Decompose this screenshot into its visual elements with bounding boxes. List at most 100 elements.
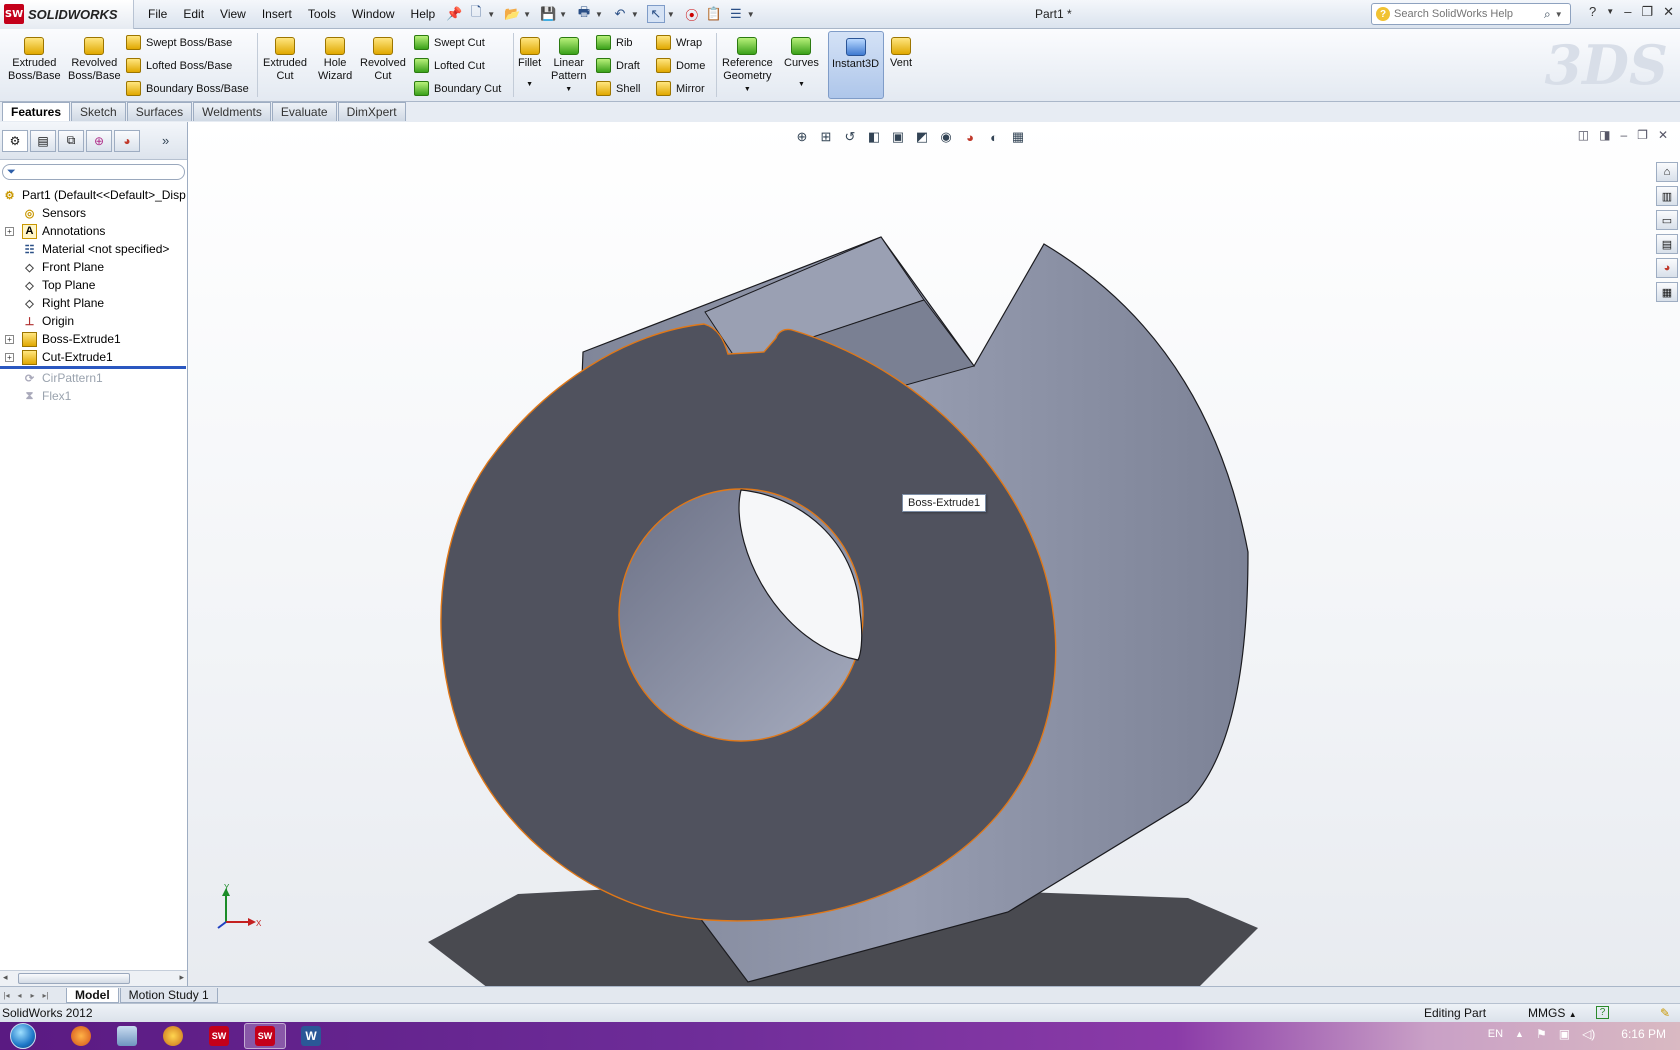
minimize-icon[interactable]: – bbox=[1624, 4, 1631, 20]
custom-properties-icon[interactable]: ▦ bbox=[1656, 282, 1678, 302]
menu-file[interactable]: File bbox=[140, 0, 175, 29]
tree-item-front-plane[interactable]: ◇ Front Plane bbox=[0, 258, 187, 276]
rebuild-traffic-light-icon[interactable]: ⦿ bbox=[683, 5, 701, 23]
chevron-down-icon[interactable]: ▼ bbox=[523, 10, 531, 19]
design-library-icon[interactable]: ▥ bbox=[1656, 186, 1678, 206]
chevron-down-icon[interactable]: ▼ bbox=[744, 83, 751, 96]
display-style-icon[interactable]: ◩ bbox=[913, 128, 931, 146]
help-icon[interactable]: ? bbox=[1589, 4, 1596, 20]
taskbar-word[interactable]: W bbox=[290, 1023, 332, 1049]
flag-icon[interactable]: ⚑ bbox=[1536, 1027, 1547, 1041]
extruded-cut-button[interactable]: Extruded Cut bbox=[263, 37, 307, 83]
menu-view[interactable]: View bbox=[212, 0, 254, 29]
expand-icon[interactable]: + bbox=[5, 334, 14, 344]
split-view-icon[interactable]: ◨ bbox=[1599, 128, 1610, 142]
reference-geometry-button[interactable]: Reference Geometry ▼ bbox=[722, 37, 773, 96]
tab-weldments[interactable]: Weldments bbox=[193, 102, 271, 121]
language-indicator[interactable]: EN bbox=[1488, 1028, 1503, 1040]
view-settings-icon[interactable]: ▦ bbox=[1009, 128, 1027, 146]
file-explorer-icon[interactable]: ▭ bbox=[1656, 210, 1678, 230]
hole-wizard-button[interactable]: Hole Wizard bbox=[318, 37, 352, 83]
split-view-icon[interactable]: ◫ bbox=[1578, 128, 1589, 142]
chevron-down-icon[interactable]: ▼ bbox=[1555, 10, 1563, 19]
tree-item-cirpattern1[interactable]: ⟳ CirPattern1 bbox=[0, 369, 187, 387]
menu-help[interactable]: Help bbox=[403, 0, 444, 29]
taskbar-solidworks-active[interactable]: SW bbox=[244, 1023, 286, 1049]
display-manager-tab-icon[interactable]: ◕ bbox=[114, 129, 140, 152]
apply-scene-icon[interactable]: ◐ bbox=[985, 128, 1003, 146]
property-manager-tab-icon[interactable]: ▤ bbox=[30, 129, 56, 152]
tab-motion-study[interactable]: Motion Study 1 bbox=[119, 987, 218, 1003]
scroll-thumb[interactable] bbox=[18, 973, 130, 984]
expand-pane-icon[interactable]: » bbox=[162, 133, 169, 148]
file-properties-icon[interactable]: 📋 bbox=[705, 5, 723, 23]
lofted-boss-button[interactable]: Lofted Boss/Base bbox=[126, 58, 232, 73]
taskbar-explorer[interactable] bbox=[106, 1023, 148, 1049]
undo-icon[interactable]: ↶ bbox=[611, 5, 629, 23]
volume-icon[interactable]: ◁) bbox=[1582, 1027, 1595, 1041]
curves-button[interactable]: Curves ▼ bbox=[784, 37, 819, 91]
chevron-down-icon[interactable]: ▼ bbox=[798, 78, 805, 91]
tree-root-part[interactable]: ⚙ Part1 (Default<<Default>_Disp bbox=[0, 186, 187, 204]
close-icon[interactable]: ✕ bbox=[1663, 4, 1674, 20]
tree-item-right-plane[interactable]: ◇ Right Plane bbox=[0, 294, 187, 312]
horizontal-scrollbar[interactable]: ◂ ▸ bbox=[0, 970, 187, 986]
chevron-down-icon[interactable]: ▼ bbox=[565, 83, 572, 96]
menu-tools[interactable]: Tools bbox=[300, 0, 344, 29]
chevron-down-icon[interactable]: ▼ bbox=[667, 10, 675, 19]
zoom-to-fit-icon[interactable]: ⊕ bbox=[793, 128, 811, 146]
dimxpert-manager-tab-icon[interactable]: ⊕ bbox=[86, 129, 112, 152]
lofted-cut-button[interactable]: Lofted Cut bbox=[414, 58, 485, 73]
restore-icon[interactable]: ❐ bbox=[1637, 128, 1648, 142]
next-tab-icon[interactable]: ▸ bbox=[26, 989, 39, 1002]
taskbar-solidworks[interactable]: SW bbox=[198, 1023, 240, 1049]
revolved-cut-button[interactable]: Revolved Cut bbox=[360, 37, 406, 83]
tab-dimxpert[interactable]: DimXpert bbox=[337, 102, 406, 121]
boundary-boss-button[interactable]: Boundary Boss/Base bbox=[126, 81, 249, 96]
feature-manager-tab-icon[interactable]: ⚙ bbox=[2, 129, 28, 152]
network-icon[interactable]: ▣ bbox=[1559, 1027, 1570, 1041]
edit-appearance-icon[interactable]: ◕ bbox=[961, 128, 979, 146]
extruded-boss-button[interactable]: Extruded Boss/Base bbox=[8, 37, 61, 83]
dome-button[interactable]: Dome bbox=[656, 58, 705, 73]
chevron-down-icon[interactable]: ▼ bbox=[747, 10, 755, 19]
scroll-left-icon[interactable]: ◂ bbox=[3, 972, 8, 983]
tree-item-origin[interactable]: ⊥ Origin bbox=[0, 312, 187, 330]
draft-button[interactable]: Draft bbox=[596, 58, 640, 73]
tree-item-annotations[interactable]: + A Annotations bbox=[0, 222, 187, 240]
solidworks-resources-icon[interactable]: ⌂ bbox=[1656, 162, 1678, 182]
menu-window[interactable]: Window bbox=[344, 0, 403, 29]
close-icon[interactable]: ✕ bbox=[1658, 128, 1668, 142]
menu-edit[interactable]: Edit bbox=[175, 0, 212, 29]
configuration-manager-tab-icon[interactable]: ⧉ bbox=[58, 129, 84, 152]
tree-filter[interactable]: ⏷ bbox=[2, 164, 185, 180]
minimize-icon[interactable]: – bbox=[1620, 128, 1627, 142]
tab-evaluate[interactable]: Evaluate bbox=[271, 102, 337, 121]
chevron-down-icon[interactable]: ▼ bbox=[595, 10, 603, 19]
chevron-down-icon[interactable]: ▼ bbox=[1606, 4, 1614, 20]
view-palette-icon[interactable]: ▤ bbox=[1656, 234, 1678, 254]
status-help-icon[interactable]: ? bbox=[1596, 1006, 1609, 1019]
part-model[interactable] bbox=[188, 122, 1680, 986]
graphics-area[interactable]: ⊕ ⊞ ↺ ◧ ▣ ◩ ◉ ◕ ◐ ▦ ◫ ◨ – ❐ ✕ ⌂ ▥ ▭ ▤ ◕ … bbox=[188, 122, 1680, 986]
appearances-icon[interactable]: ◕ bbox=[1656, 258, 1678, 278]
tree-item-boss-extrude1[interactable]: + Boss-Extrude1 bbox=[0, 330, 187, 348]
help-search-box[interactable]: ? ⌕ ▼ bbox=[1371, 3, 1571, 25]
revolved-boss-button[interactable]: Revolved Boss/Base bbox=[68, 37, 121, 83]
scroll-right-icon[interactable]: ▸ bbox=[179, 972, 184, 983]
taskbar-firefox[interactable] bbox=[60, 1023, 102, 1049]
units-selector[interactable]: MMGS ▲ bbox=[1528, 1006, 1577, 1020]
rib-button[interactable]: Rib bbox=[596, 35, 633, 50]
mirror-button[interactable]: Mirror bbox=[656, 81, 705, 96]
show-hidden-icons-icon[interactable]: ▲ bbox=[1515, 1029, 1524, 1039]
zoom-to-area-icon[interactable]: ⊞ bbox=[817, 128, 835, 146]
hide-show-items-icon[interactable]: ◉ bbox=[937, 128, 955, 146]
search-icon[interactable]: ⌕ bbox=[1544, 7, 1551, 22]
section-view-icon[interactable]: ◧ bbox=[865, 128, 883, 146]
tab-model[interactable]: Model bbox=[66, 987, 119, 1003]
first-tab-icon[interactable]: |◂ bbox=[0, 989, 13, 1002]
tab-surfaces[interactable]: Surfaces bbox=[126, 102, 193, 121]
linear-pattern-button[interactable]: Linear Pattern ▼ bbox=[551, 37, 586, 96]
menu-insert[interactable]: Insert bbox=[254, 0, 300, 29]
chevron-down-icon[interactable]: ▼ bbox=[631, 10, 639, 19]
